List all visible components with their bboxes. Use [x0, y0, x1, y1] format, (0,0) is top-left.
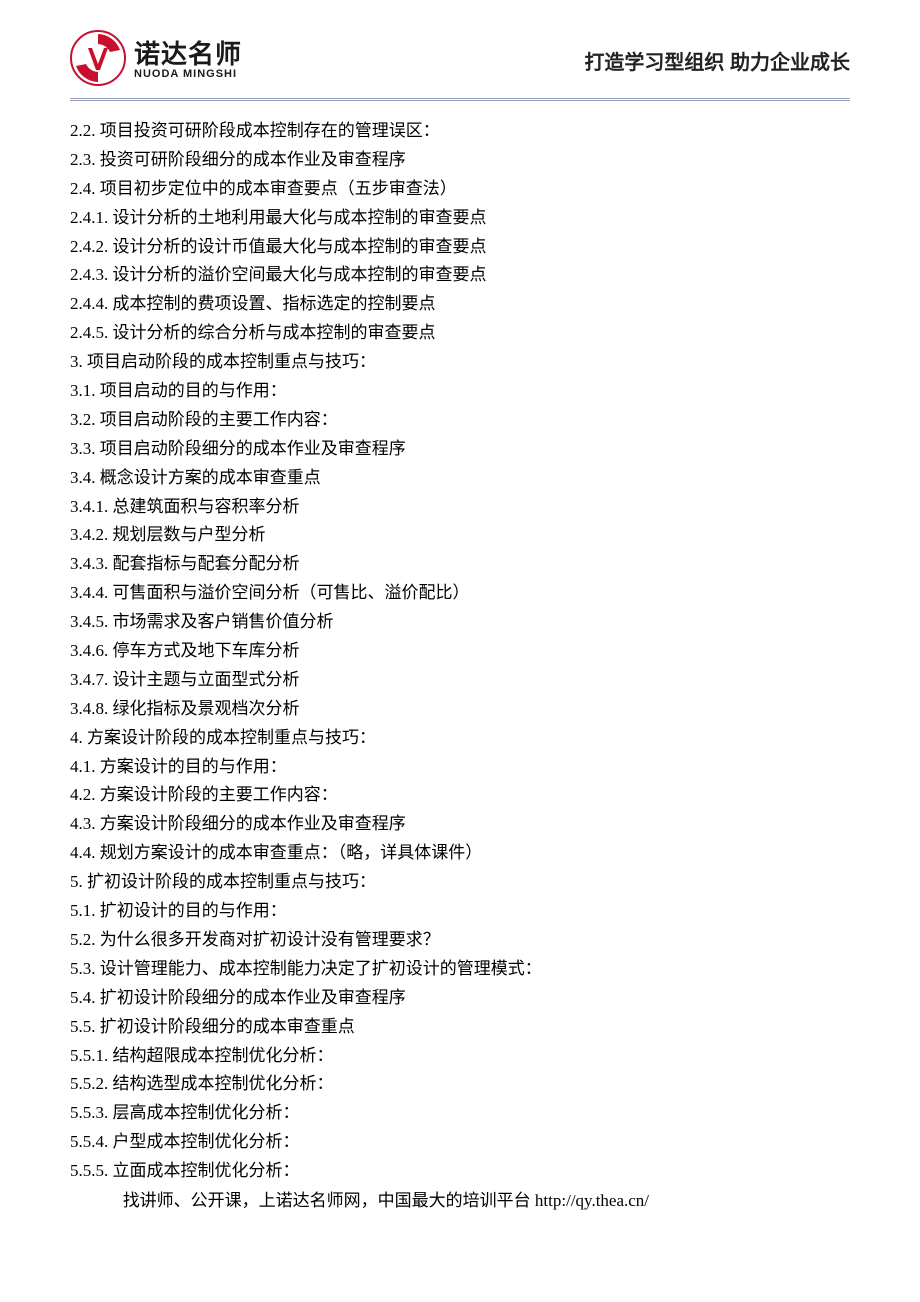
- outline-line: 4.4. 规划方案设计的成本审查重点：（略，详具体课件）: [70, 839, 850, 868]
- outline-line: 3.3. 项目启动阶段细分的成本作业及审查程序: [70, 435, 850, 464]
- outline-line: 5.3. 设计管理能力、成本控制能力决定了扩初设计的管理模式：: [70, 955, 850, 984]
- outline-line: 5.5.2. 结构选型成本控制优化分析：: [70, 1070, 850, 1099]
- header-divider: [70, 97, 850, 101]
- outline-line: 4.1. 方案设计的目的与作用：: [70, 753, 850, 782]
- logo-icon: [70, 30, 126, 91]
- document-body: 2.2. 项目投资可研阶段成本控制存在的管理误区：2.3. 投资可研阶段细分的成…: [70, 117, 850, 1186]
- outline-line: 5.5. 扩初设计阶段细分的成本审查重点: [70, 1013, 850, 1042]
- outline-line: 5.4. 扩初设计阶段细分的成本作业及审查程序: [70, 984, 850, 1013]
- outline-line: 5.5.5. 立面成本控制优化分析：: [70, 1157, 850, 1186]
- outline-line: 4.3. 方案设计阶段细分的成本作业及审查程序: [70, 810, 850, 839]
- outline-line: 2.3. 投资可研阶段细分的成本作业及审查程序: [70, 146, 850, 175]
- outline-line: 2.2. 项目投资可研阶段成本控制存在的管理误区：: [70, 117, 850, 146]
- outline-line: 4. 方案设计阶段的成本控制重点与技巧：: [70, 724, 850, 753]
- outline-line: 3.4.3. 配套指标与配套分配分析: [70, 550, 850, 579]
- outline-line: 5.5.4. 户型成本控制优化分析：: [70, 1128, 850, 1157]
- outline-line: 2.4.5. 设计分析的综合分析与成本控制的审查要点: [70, 319, 850, 348]
- outline-line: 5.1. 扩初设计的目的与作用：: [70, 897, 850, 926]
- header-slogan: 打造学习型组织 助力企业成长: [584, 46, 850, 75]
- outline-line: 2.4.4. 成本控制的费项设置、指标选定的控制要点: [70, 290, 850, 319]
- outline-line: 3.4. 概念设计方案的成本审查重点: [70, 464, 850, 493]
- outline-line: 3.4.7. 设计主题与立面型式分析: [70, 666, 850, 695]
- outline-line: 5.5.1. 结构超限成本控制优化分析：: [70, 1042, 850, 1071]
- page-header: 诺达名师 NUODA MINGSHI 打造学习型组织 助力企业成长: [70, 30, 850, 91]
- page-footer: 找讲师、公开课，上诺达名师网，中国最大的培训平台 http://qy.thea.…: [70, 1186, 850, 1211]
- outline-line: 3. 项目启动阶段的成本控制重点与技巧：: [70, 348, 850, 377]
- outline-line: 3.4.6. 停车方式及地下车库分析: [70, 637, 850, 666]
- outline-line: 5.2. 为什么很多开发商对扩初设计没有管理要求？: [70, 926, 850, 955]
- logo-name-en: NUODA MINGSHI: [134, 69, 242, 80]
- outline-line: 2.4.1. 设计分析的土地利用最大化与成本控制的审查要点: [70, 204, 850, 233]
- outline-line: 3.4.1. 总建筑面积与容积率分析: [70, 493, 850, 522]
- outline-line: 3.4.8. 绿化指标及景观档次分析: [70, 695, 850, 724]
- outline-line: 5.5.3. 层高成本控制优化分析：: [70, 1099, 850, 1128]
- outline-line: 3.2. 项目启动阶段的主要工作内容：: [70, 406, 850, 435]
- outline-line: 2.4.2. 设计分析的设计币值最大化与成本控制的审查要点: [70, 233, 850, 262]
- logo-name-cn: 诺达名师: [134, 41, 242, 67]
- outline-line: 2.4. 项目初步定位中的成本审查要点（五步审查法）: [70, 175, 850, 204]
- logo-text: 诺达名师 NUODA MINGSHI: [134, 41, 242, 80]
- outline-line: 5. 扩初设计阶段的成本控制重点与技巧：: [70, 868, 850, 897]
- outline-line: 3.4.4. 可售面积与溢价空间分析（可售比、溢价配比）: [70, 579, 850, 608]
- outline-line: 3.1. 项目启动的目的与作用：: [70, 377, 850, 406]
- outline-line: 2.4.3. 设计分析的溢价空间最大化与成本控制的审查要点: [70, 261, 850, 290]
- outline-line: 4.2. 方案设计阶段的主要工作内容：: [70, 781, 850, 810]
- outline-line: 3.4.2. 规划层数与户型分析: [70, 521, 850, 550]
- document-page: 诺达名师 NUODA MINGSHI 打造学习型组织 助力企业成长 2.2. 项…: [0, 0, 920, 1231]
- logo-block: 诺达名师 NUODA MINGSHI: [70, 30, 242, 91]
- outline-line: 3.4.5. 市场需求及客户销售价值分析: [70, 608, 850, 637]
